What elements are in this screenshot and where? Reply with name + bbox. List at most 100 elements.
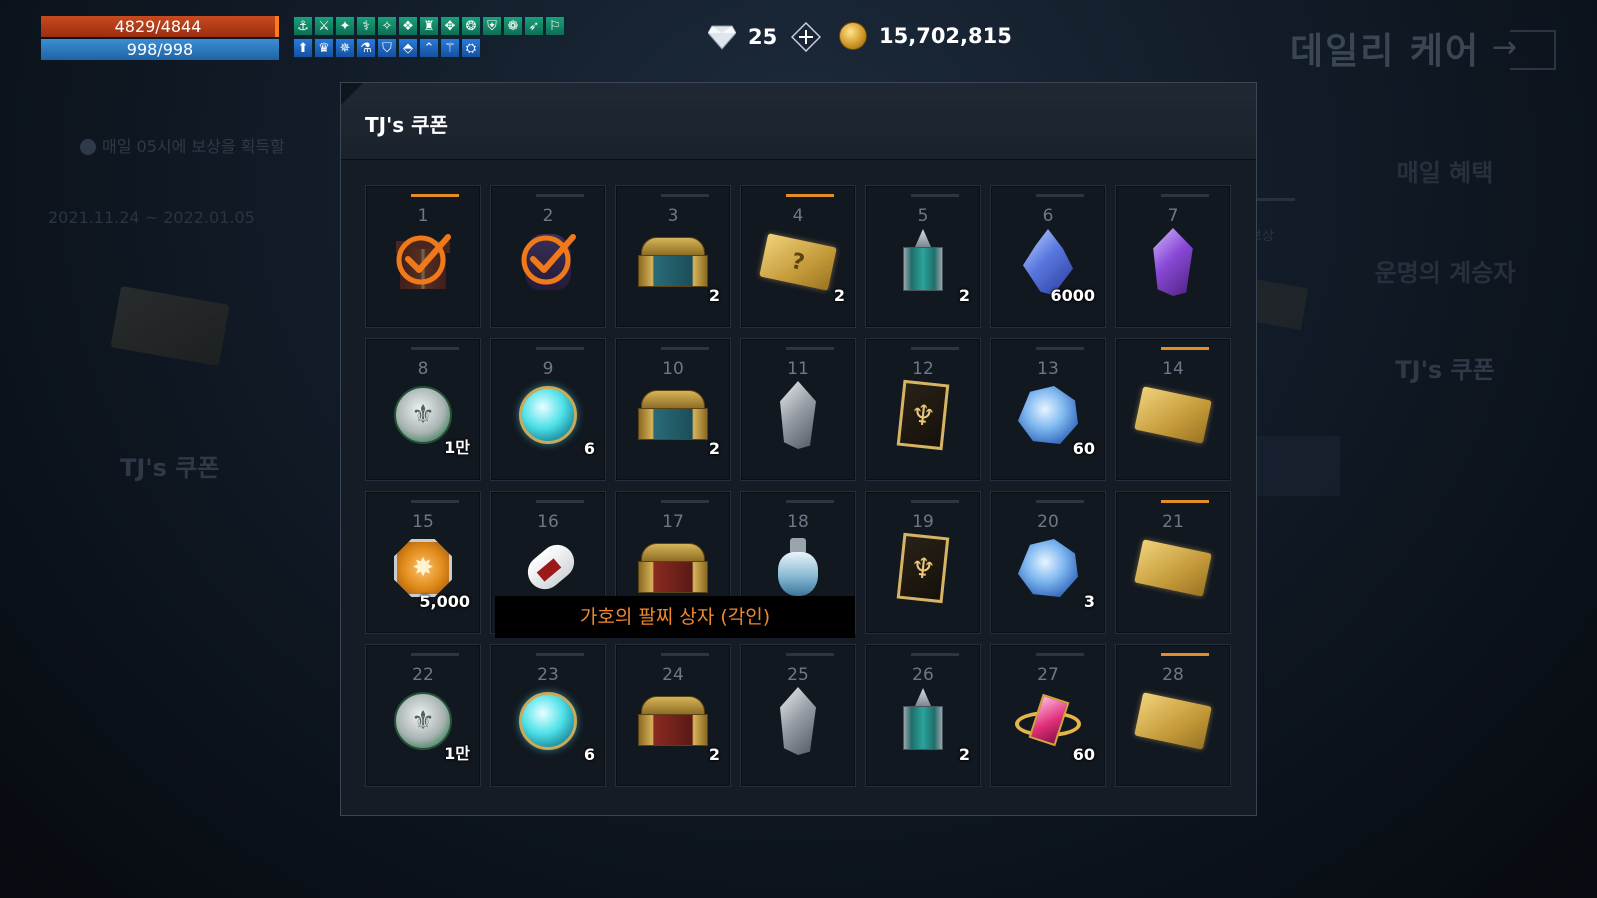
buff-icon[interactable]: ❖ [398, 16, 418, 36]
day-number: 14 [1162, 359, 1184, 379]
buff-icon[interactable]: ⚐ [545, 16, 565, 36]
buff-icon[interactable]: ⚚ [440, 38, 460, 58]
menu-item-tj-coupon[interactable]: TJ's 쿠폰 [1370, 350, 1520, 385]
buff-icon[interactable]: ❂ [461, 16, 481, 36]
reward-slot-day-15[interactable]: 15 ✸ 5,000 [365, 491, 481, 634]
tooltip-text: 가호의 팔찌 상자 (각인) [579, 606, 771, 628]
menu-item-daily-benefit[interactable]: 매일 혜택 [1370, 153, 1520, 188]
background-notice-text: 매일 05시에 보상을 획득할 [102, 137, 285, 156]
slot-top-line [661, 194, 709, 197]
reward-slot-day-3[interactable]: 32 [615, 185, 731, 328]
reward-slot-day-13[interactable]: 13 60 [990, 338, 1106, 481]
day-number: 24 [662, 665, 684, 685]
reward-slot-day-7[interactable]: 7 [1115, 185, 1231, 328]
gold-amount: 15,702,815 [879, 24, 1012, 48]
reward-slot-day-8[interactable]: 8 ⚜ 1만 [365, 338, 481, 481]
highlight-bar [1161, 347, 1209, 350]
day-number: 13 [1037, 359, 1059, 379]
add-diamond-button[interactable] [791, 21, 822, 53]
buff-icon[interactable]: ⛉ [377, 38, 397, 58]
slot-top-line [411, 500, 459, 503]
day-number: 11 [787, 359, 809, 379]
reward-slot-day-28[interactable]: 28 [1115, 644, 1231, 787]
day-number: 12 [912, 359, 934, 379]
event-period: 2021.11.24 ~ 2022.01.05 [48, 208, 255, 227]
item-quantity: 2 [708, 286, 720, 305]
slot-top-line [786, 653, 834, 656]
buff-icon[interactable]: ⛭ [461, 38, 481, 58]
reward-slot-day-2[interactable]: 2 [490, 185, 606, 328]
card-icon: ♆ [887, 532, 959, 604]
reward-slot-day-19[interactable]: 19 ♆ [865, 491, 981, 634]
reward-slot-day-11[interactable]: 11 [740, 338, 856, 481]
day-number: 21 [1162, 512, 1184, 532]
buff-icon[interactable]: ❁ [503, 16, 523, 36]
day-number: 22 [412, 665, 434, 685]
exit-arrow-icon[interactable] [1492, 30, 1556, 70]
item-quantity: 2 [958, 286, 970, 305]
reward-slot-day-4[interactable]: 4? 2 [740, 185, 856, 328]
reward-slot-day-23[interactable]: 23 6 [490, 644, 606, 787]
reward-slot-day-26[interactable]: 26 2 [865, 644, 981, 787]
buff-icon[interactable]: ✥ [440, 16, 460, 36]
day-number: 28 [1162, 665, 1184, 685]
diamond-currency: 25 [707, 21, 822, 53]
reward-slot-day-14[interactable]: 14 [1115, 338, 1231, 481]
slot-top-line [411, 347, 459, 350]
panel-corner [341, 83, 363, 105]
item-quantity: 6000 [1050, 286, 1095, 305]
day-number: 2 [542, 206, 554, 226]
reward-slot-day-24[interactable]: 24 2 [615, 644, 731, 787]
highlight-bar [786, 194, 834, 197]
buff-icon[interactable]: ♛ [314, 38, 334, 58]
slot-top-line [911, 194, 959, 197]
purple-gem-icon [1137, 226, 1209, 298]
reward-slot-day-9[interactable]: 96 [490, 338, 606, 481]
reward-slot-day-27[interactable]: 27 60 [990, 644, 1106, 787]
day-number: 19 [912, 512, 934, 532]
slot-top-line [536, 500, 584, 503]
coupon-image [110, 285, 230, 367]
reward-slot-day-5[interactable]: 52 [865, 185, 981, 328]
menu-item-heir[interactable]: 운명의 계승자 [1370, 253, 1520, 288]
lantern-icon [887, 685, 959, 757]
slot-top-line [536, 653, 584, 656]
buff-icon[interactable]: ⚔ [314, 16, 334, 36]
buff-icon[interactable]: ✵ [335, 38, 355, 58]
buff-icon[interactable]: ⚓ [293, 16, 313, 36]
reward-slot-day-10[interactable]: 10 2 [615, 338, 731, 481]
slot-top-line [1036, 347, 1084, 350]
buff-icon[interactable]: ⬘ [398, 38, 418, 58]
reward-slot-day-25[interactable]: 25 [740, 644, 856, 787]
hp-bar: 4829/4844 [41, 16, 279, 37]
buff-icon[interactable]: ⌃ [419, 38, 439, 58]
buff-icon[interactable]: ♜ [419, 16, 439, 36]
buff-icon[interactable]: ✦ [335, 16, 355, 36]
gold-ticket-icon [1134, 379, 1212, 451]
buff-icon[interactable]: ⛨ [482, 16, 502, 36]
highlight-bar [1161, 653, 1209, 656]
scroll-icon [512, 532, 584, 604]
buff-icon[interactable]: ⚕ [356, 16, 376, 36]
slot-top-line [786, 500, 834, 503]
buff-icon[interactable]: ⚗ [356, 38, 376, 58]
background-notice: 매일 05시에 보상을 획득할 [80, 133, 285, 157]
buff-icon[interactable]: ✧ [377, 16, 397, 36]
info-icon [80, 139, 96, 155]
diamond-icon [707, 24, 737, 50]
reward-slot-day-12[interactable]: 12 ♆ [865, 338, 981, 481]
reward-slot-day-22[interactable]: 22 ⚜ 1만 [365, 644, 481, 787]
reward-slot-day-21[interactable]: 21 [1115, 491, 1231, 634]
reward-slot-day-20[interactable]: 20 3 [990, 491, 1106, 634]
reward-slot-day-1[interactable]: 1 [365, 185, 481, 328]
day-number: 10 [662, 359, 684, 379]
buff-icon[interactable]: ⬆ [293, 38, 313, 58]
slot-top-line [536, 194, 584, 197]
red-chest-icon [637, 532, 709, 604]
day-number: 7 [1167, 206, 1179, 226]
reward-slot-day-6[interactable]: 6 6000 [990, 185, 1106, 328]
red-chest-icon [637, 685, 709, 757]
mp-value: 998/998 [126, 40, 194, 59]
buff-icon[interactable]: ➶ [524, 16, 544, 36]
background-event-label: TJ's 쿠폰 [120, 454, 220, 482]
